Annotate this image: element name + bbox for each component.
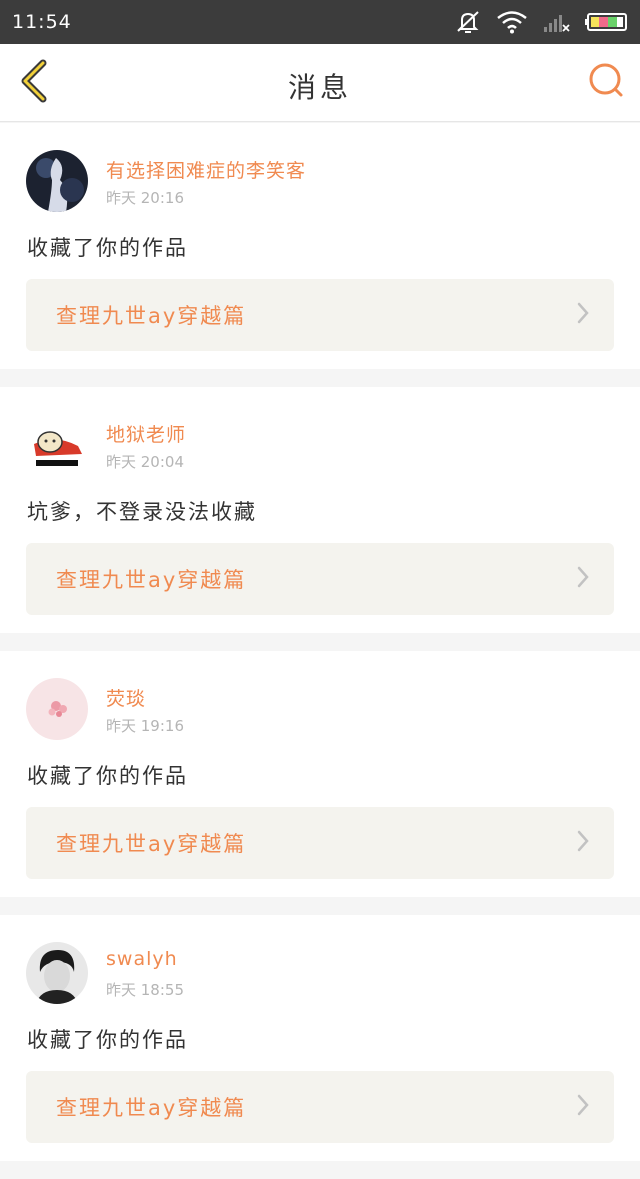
avatar[interactable] [26,414,88,476]
avatar[interactable] [26,678,88,740]
work-link[interactable]: 查理九世ay穿越篇 [26,807,614,879]
message-text: 收藏了你的作品 [27,764,188,788]
message-card: 荧琰 昨天 19:16 收藏了你的作品 查理九世ay穿越篇 [0,651,640,897]
work-title: 查理九世ay穿越篇 [56,304,247,328]
user-name[interactable]: swalyh [106,948,178,970]
page-title: 消息 [287,71,352,104]
avatar[interactable] [26,942,88,1004]
work-title: 查理九世ay穿越篇 [56,568,247,592]
message-card: 地狱老师 昨天 20:04 坑爹，不登录没法收藏 查理九世ay穿越篇 [0,387,640,633]
search-button[interactable] [586,62,626,102]
chevron-right-icon [576,565,590,593]
message-text: 坑爹，不登录没法收藏 [27,500,257,524]
chevron-right-icon [576,829,590,857]
chevron-right-icon [576,301,590,329]
nav-bar: 消息 [0,44,640,122]
wifi-icon [496,10,528,34]
status-icons [454,9,628,35]
status-time: 11:54 [12,11,72,33]
chevron-right-icon [576,1093,590,1121]
search-icon [587,61,625,103]
message-card: swalyh 昨天 18:55 收藏了你的作品 查理九世ay穿越篇 [0,915,640,1161]
message-text: 收藏了你的作品 [27,1028,188,1052]
status-bar: 11:54 [0,0,640,44]
message-text: 收藏了你的作品 [27,236,188,260]
message-list: 有选择困难症的李笑客 昨天 20:16 收藏了你的作品 查理九世ay穿越篇 地狱… [0,123,640,1179]
avatar[interactable] [26,150,88,212]
work-link[interactable]: 查理九世ay穿越篇 [26,1071,614,1143]
mute-icon [454,9,482,35]
message-time: 昨天 18:55 [106,981,184,999]
work-link[interactable]: 查理九世ay穿越篇 [26,279,614,351]
user-name[interactable]: 地狱老师 [106,420,186,447]
work-title: 查理九世ay穿越篇 [56,832,247,856]
user-name[interactable]: 荧琰 [106,684,146,711]
message-time: 昨天 20:04 [106,453,184,471]
work-link[interactable]: 查理九世ay穿越篇 [26,543,614,615]
battery-icon [584,11,628,33]
user-name[interactable]: 有选择困难症的李笑客 [106,156,306,183]
message-time: 昨天 20:16 [106,189,184,207]
work-title: 查理九世ay穿越篇 [56,1096,247,1120]
message-time: 昨天 19:16 [106,717,184,735]
signal-icon [542,10,570,34]
message-card: 有选择困难症的李笑客 昨天 20:16 收藏了你的作品 查理九世ay穿越篇 [0,123,640,369]
